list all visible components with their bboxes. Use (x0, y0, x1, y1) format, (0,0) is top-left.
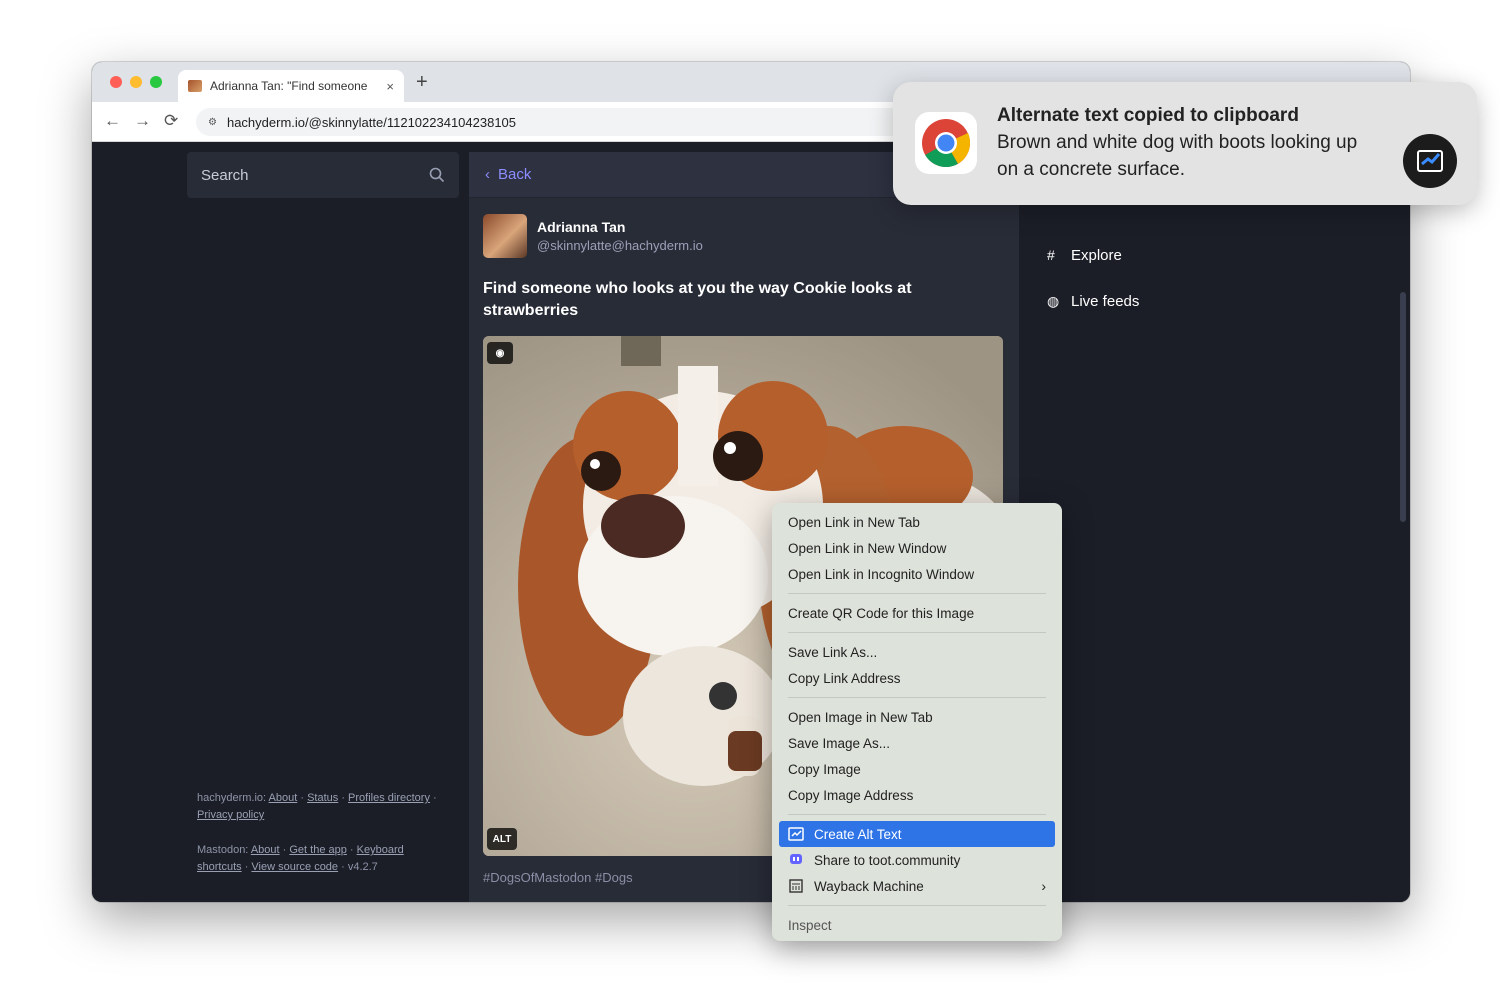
chevron-left-icon: ‹ (485, 166, 490, 183)
footer-link-get-app[interactable]: Get the app (289, 844, 347, 856)
menu-create-alt-text[interactable]: Create Alt Text (779, 821, 1055, 847)
mastodon-page: Search ‹ Back Adrianna Tan @skinnylatte@… (92, 142, 1410, 902)
status-content: Find someone who looks at you the way Co… (483, 280, 912, 319)
url-text: hachyderm.io/@skinnylatte/11210223410423… (226, 114, 517, 130)
footer-link-status[interactable]: Status (307, 792, 338, 804)
mastodon-label: Mastodon: (197, 844, 249, 856)
search-icon (429, 167, 445, 183)
instance-name: hachyderm.io: (197, 792, 267, 804)
minimize-window-button[interactable] (130, 76, 142, 88)
menu-inspect[interactable]: Inspect (772, 912, 1062, 938)
new-tab-button[interactable]: + (416, 71, 428, 94)
menu-copy-image[interactable]: Copy Image (772, 756, 1062, 782)
menu-open-link-incognito[interactable]: Open Link in Incognito Window (772, 561, 1062, 587)
mastodon-icon (788, 852, 804, 868)
notification-text: Alternate text copied to clipboard Brown… (997, 102, 1377, 183)
tab-title: Adrianna Tan: "Find someone (210, 79, 368, 93)
menu-copy-link-address[interactable]: Copy Link Address (772, 665, 1062, 691)
notification-body: Brown and white dog with boots looking u… (997, 132, 1358, 180)
avatar[interactable] (483, 214, 527, 258)
mastodon-links: Mastodon: About · Get the app · Keyboard… (197, 844, 404, 873)
clipboard-notification[interactable]: Alternate text copied to clipboard Brown… (893, 82, 1477, 205)
menu-label: Share to toot.community (814, 852, 961, 868)
alt-text-badge[interactable]: ALT (487, 828, 517, 850)
menu-save-link-as[interactable]: Save Link As... (772, 639, 1062, 665)
alt-text-extension-icon (788, 826, 804, 842)
hide-media-button[interactable]: ◉ (487, 342, 513, 364)
menu-create-qr-code[interactable]: Create QR Code for this Image (772, 600, 1062, 626)
status-account[interactable]: Adrianna Tan @skinnylatte@hachyderm.io (483, 214, 1005, 258)
nav-label-live-feeds: Live feeds (1071, 292, 1140, 310)
notification-title: Alternate text copied to clipboard (997, 105, 1299, 126)
menu-copy-image-address[interactable]: Copy Image Address (772, 782, 1062, 808)
footer-link-privacy[interactable]: Privacy policy (197, 809, 264, 821)
display-name[interactable]: Adrianna Tan (537, 219, 703, 235)
menu-divider (788, 814, 1046, 815)
footer-link-about[interactable]: About (269, 792, 298, 804)
nav-item-live-feeds[interactable]: ◍ Live feeds (1047, 278, 1139, 324)
search-placeholder: Search (201, 166, 249, 184)
back-arrow-icon[interactable]: ← (104, 111, 121, 131)
menu-divider (788, 593, 1046, 594)
hashtag-icon: # (1047, 247, 1055, 263)
forward-arrow-icon[interactable]: → (134, 111, 151, 131)
nav-item-explore[interactable]: # Explore (1047, 232, 1139, 278)
menu-label: Create Alt Text (814, 826, 902, 842)
chrome-icon (915, 112, 977, 174)
navigation-panel: # Explore ◍ Live feeds (1047, 232, 1139, 324)
version-text: v4.2.7 (347, 861, 378, 873)
menu-open-link-new-window[interactable]: Open Link in New Window (772, 535, 1062, 561)
browser-tab[interactable]: Adrianna Tan: "Find someone × (178, 70, 404, 102)
footer-link-source[interactable]: View source code (251, 861, 338, 873)
nav-label-explore: Explore (1071, 246, 1122, 264)
close-window-button[interactable] (110, 76, 122, 88)
menu-label: Wayback Machine (814, 878, 924, 894)
maximize-window-button[interactable] (150, 76, 162, 88)
chevron-right-icon: › (1041, 878, 1046, 894)
back-label: Back (498, 166, 532, 183)
site-info-icon[interactable]: ⚙ (208, 117, 217, 128)
tab-close-icon[interactable]: × (386, 79, 394, 94)
menu-wayback-machine[interactable]: Wayback Machine › (772, 873, 1062, 899)
globe-icon: ◍ (1047, 292, 1060, 309)
search-input[interactable]: Search (187, 152, 459, 198)
footer-link-mastodon-about[interactable]: About (251, 844, 280, 856)
sidebar-footer: hachyderm.io: About · Status · Profiles … (197, 790, 447, 894)
menu-open-image-new-tab[interactable]: Open Image in New Tab (772, 704, 1062, 730)
menu-share-toot-community[interactable]: Share to toot.community (772, 847, 1062, 873)
context-menu: Open Link in New Tab Open Link in New Wi… (772, 503, 1062, 941)
footer-link-profiles[interactable]: Profiles directory (348, 792, 430, 804)
menu-open-link-new-tab[interactable]: Open Link in New Tab (772, 509, 1062, 535)
reload-icon[interactable]: ⟳ (164, 111, 178, 131)
menu-divider (788, 632, 1046, 633)
menu-divider (788, 905, 1046, 906)
menu-save-image-as[interactable]: Save Image As... (772, 730, 1062, 756)
wayback-machine-icon (788, 878, 804, 894)
menu-divider (788, 697, 1046, 698)
extension-icon (1403, 134, 1457, 188)
favicon-icon (188, 80, 202, 92)
account-handle[interactable]: @skinnylatte@hachyderm.io (537, 238, 703, 253)
eye-slash-icon: ◉ (495, 347, 505, 359)
page-scrollbar[interactable] (1400, 292, 1406, 522)
instance-links: hachyderm.io: About · Status · Profiles … (197, 792, 437, 821)
